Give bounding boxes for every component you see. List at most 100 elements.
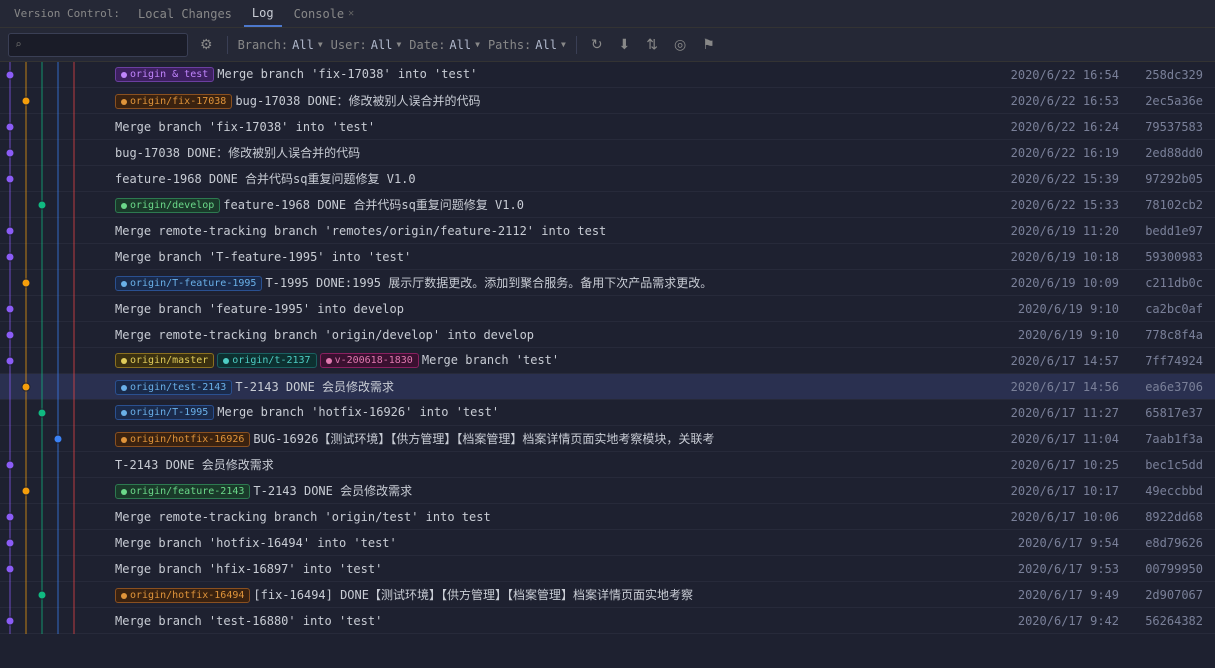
paths-value: All [535,38,557,52]
table-row[interactable]: Merge remote-tracking branch 'remotes/or… [0,218,1215,244]
commit-hash: bedd1e97 [1135,224,1215,238]
graph-column [0,374,115,400]
message-column: origin/hotfix-16494[fix-16494] DONE【测试环境… [115,586,995,604]
graph-column [0,166,115,192]
table-row[interactable]: origin/hotfix-16494[fix-16494] DONE【测试环境… [0,582,1215,608]
branch-selector[interactable]: Branch: All ▼ [238,38,323,52]
message-column: Merge branch 'hfix-16897' into 'test' [115,562,995,576]
table-row[interactable]: T-2143 DONE 会员修改需求2020/6/17 10:25bec1c5d… [0,452,1215,478]
branch-tag: origin/fix-17038 [115,94,232,109]
branch-tag: origin/hotfix-16494 [115,588,250,603]
table-row[interactable]: origin/T-1995Merge branch 'hotfix-16926'… [0,400,1215,426]
user-dropdown-arrow: ▼ [396,40,401,49]
commit-hash: 8922dd68 [1135,510,1215,524]
branch-tag: origin/master [115,353,214,368]
graph-column [0,296,115,322]
message-column: Merge remote-tracking branch 'origin/tes… [115,510,995,524]
message-column: origin/test-2143T-2143 DONE 会员修改需求 [115,378,995,396]
tag-dot [121,72,127,78]
message-column: origin/developfeature-1968 DONE 合并代码sq重复… [115,196,995,214]
table-row[interactable]: Merge remote-tracking branch 'origin/dev… [0,322,1215,348]
tag-label: v-200618-1830 [335,355,413,366]
table-row[interactable]: origin/T-feature-1995T-1995 DONE:1995 展示… [0,270,1215,296]
paths-dropdown-arrow: ▼ [561,40,566,49]
message-column: Merge branch 'test-16880' into 'test' [115,614,995,628]
table-row[interactable]: Merge branch 'hfix-16897' into 'test'202… [0,556,1215,582]
table-row[interactable]: Merge remote-tracking branch 'origin/tes… [0,504,1215,530]
graph-column [0,530,115,556]
table-row[interactable]: Merge branch 'T-feature-1995' into 'test… [0,244,1215,270]
branch-tag: origin/develop [115,198,220,213]
local-changes-label: Local Changes [138,7,232,21]
table-row[interactable]: origin/hotfix-16926BUG-16926【测试环境】【供方管理】… [0,426,1215,452]
table-row[interactable]: origin/feature-2143T-2143 DONE 会员修改需求202… [0,478,1215,504]
tab-console[interactable]: Console ✕ [286,0,363,27]
graph-column [0,114,115,140]
branch-tag: origin/test-2143 [115,380,232,395]
graph-column [0,556,115,582]
log-container[interactable]: origin & testMerge branch 'fix-17038' in… [0,62,1215,668]
tab-log[interactable]: Log [244,0,282,27]
table-row[interactable]: origin/developfeature-1968 DONE 合并代码sq重复… [0,192,1215,218]
paths-selector[interactable]: Paths: All ▼ [488,38,566,52]
table-row[interactable]: origin/test-2143T-2143 DONE 会员修改需求2020/6… [0,374,1215,400]
commit-message: T-2143 DONE 会员修改需求 [235,380,394,394]
tag-label: origin/develop [130,200,214,211]
fetch-button[interactable]: ⬇ [615,34,635,55]
table-row[interactable]: origin/fix-17038bug-17038 DONE：修改被别人误合并的… [0,88,1215,114]
commit-date: 2020/6/17 9:42 [995,614,1135,628]
search-input[interactable] [26,38,181,52]
tag-label: origin/T-feature-1995 [130,278,256,289]
settings-button[interactable]: ⚙ [196,34,217,55]
commit-hash: ca2bc0af [1135,302,1215,316]
commit-date: 2020/6/22 15:33 [995,198,1135,212]
search-box[interactable]: ⌕ [8,33,188,57]
commit-date: 2020/6/17 10:17 [995,484,1135,498]
user-selector[interactable]: User: All ▼ [331,38,402,52]
commit-hash: 49eccbbd [1135,484,1215,498]
table-row[interactable]: feature-1968 DONE 合并代码sq重复问题修复 V1.02020/… [0,166,1215,192]
flag-button[interactable]: ⚑ [698,34,719,55]
message-column: T-2143 DONE 会员修改需求 [115,456,995,473]
table-row[interactable]: bug-17038 DONE：修改被别人误合并的代码2020/6/22 16:1… [0,140,1215,166]
commit-hash: 65817e37 [1135,406,1215,420]
message-column: origin & testMerge branch 'fix-17038' in… [115,67,995,83]
commit-message: Merge branch 'hotfix-16926' into 'test' [217,405,499,419]
commit-date: 2020/6/19 9:10 [995,328,1135,342]
date-value: All [449,38,471,52]
commit-message: Merge branch 'test' [422,353,559,367]
user-value: All [371,38,393,52]
table-row[interactable]: origin/masterorigin/t-2137v-200618-1830M… [0,348,1215,374]
commit-message: Merge remote-tracking branch 'remotes/or… [115,224,606,238]
tag-dot [121,410,127,416]
commit-hash: 2d907067 [1135,588,1215,602]
message-column: origin/fix-17038bug-17038 DONE：修改被别人误合并的… [115,92,995,110]
table-row[interactable]: origin & testMerge branch 'fix-17038' in… [0,62,1215,88]
message-column: Merge branch 'hotfix-16494' into 'test' [115,536,995,550]
refresh-button[interactable]: ↻ [587,34,607,55]
graph-column [0,322,115,348]
message-column: Merge branch 'fix-17038' into 'test' [115,120,995,134]
message-column: feature-1968 DONE 合并代码sq重复问题修复 V1.0 [115,170,995,187]
commit-date: 2020/6/22 16:19 [995,146,1135,160]
divider-1 [227,36,228,54]
date-selector[interactable]: Date: All ▼ [409,38,480,52]
table-row[interactable]: Merge branch 'fix-17038' into 'test'2020… [0,114,1215,140]
push-pull-button[interactable]: ⇅ [642,34,662,55]
commit-hash: 778c8f4a [1135,328,1215,342]
tag-dot [121,593,127,599]
table-row[interactable]: Merge branch 'hotfix-16494' into 'test'2… [0,530,1215,556]
console-close-icon[interactable]: ✕ [348,8,354,19]
commit-hash: 7ff74924 [1135,354,1215,368]
commit-hash: bec1c5dd [1135,458,1215,472]
tab-local-changes[interactable]: Local Changes [130,0,240,27]
commit-hash: 78102cb2 [1135,198,1215,212]
message-column: origin/masterorigin/t-2137v-200618-1830M… [115,353,995,369]
tag-dot [121,437,127,443]
table-row[interactable]: Merge branch 'test-16880' into 'test'202… [0,608,1215,634]
eye-button[interactable]: ◎ [670,34,690,55]
table-row[interactable]: Merge branch 'feature-1995' into develop… [0,296,1215,322]
tag-label: origin/hotfix-16494 [130,590,244,601]
graph-column [0,244,115,270]
commit-hash: 7aab1f3a [1135,432,1215,446]
